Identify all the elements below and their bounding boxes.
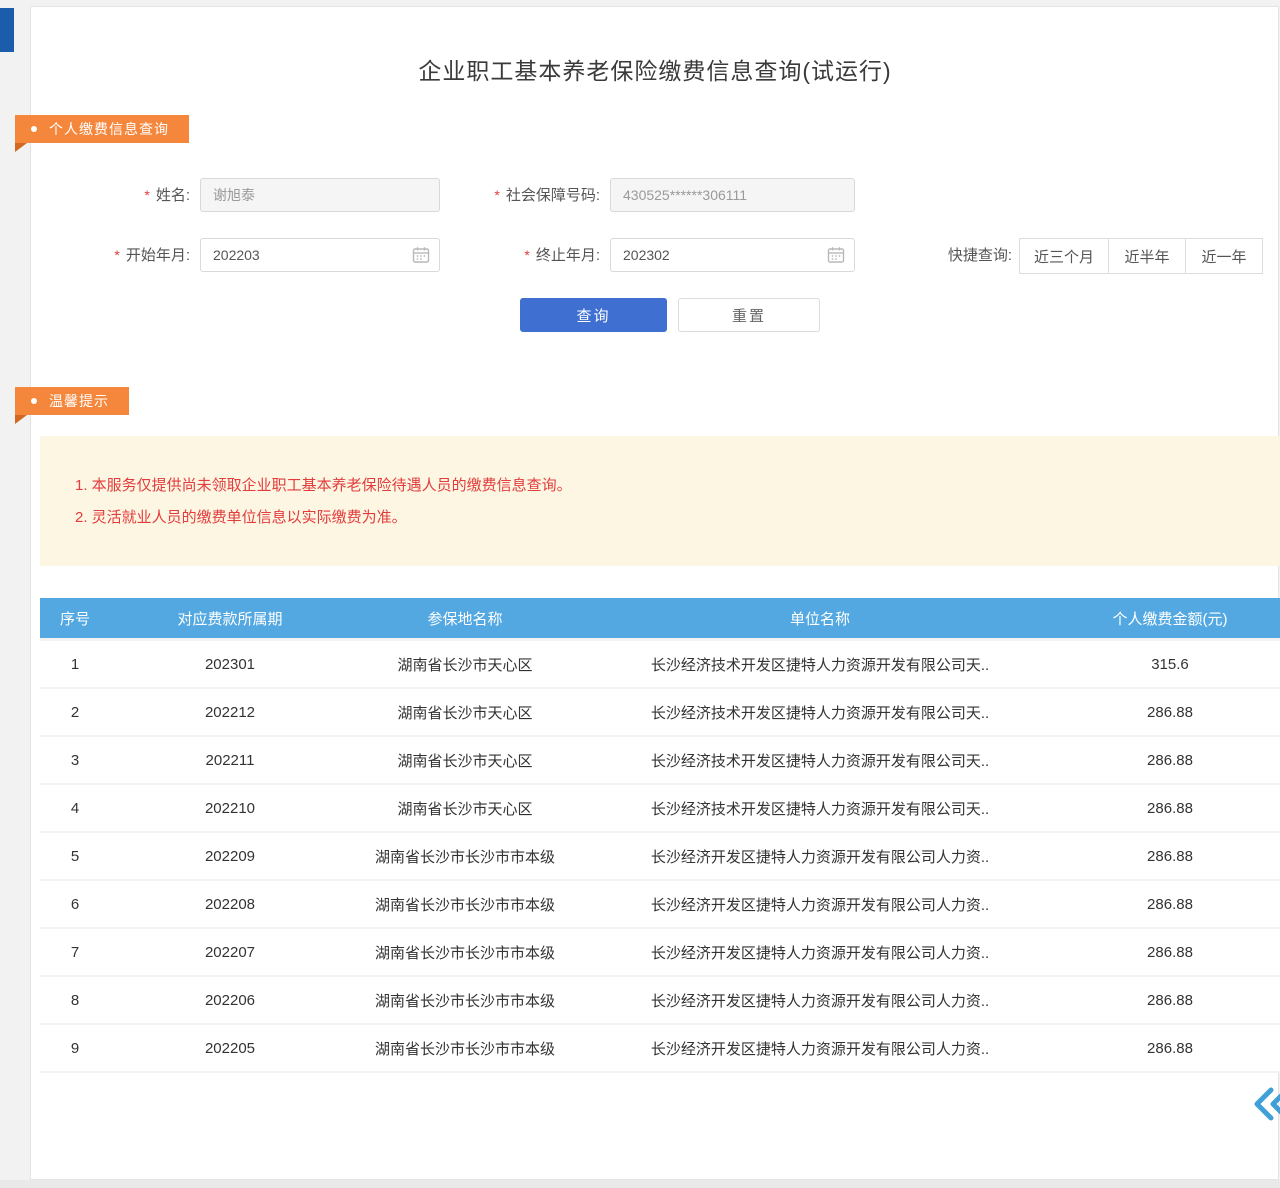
sidebar-corner-tab <box>0 8 14 52</box>
table-cell: 6 <box>40 896 110 913</box>
table-row: 5202209湖南省长沙市长沙市市本级长沙经济开发区捷特人力资源开发有限公司人力… <box>40 833 1280 881</box>
section-badge-tips-label: 温馨提示 <box>49 391 109 411</box>
quick-range-group: 近三个月近半年近一年 <box>1020 238 1263 274</box>
end-month-label: *终止年月: <box>430 238 600 272</box>
table-cell: 湖南省长沙市天心区 <box>350 702 580 723</box>
table-row: 7202207湖南省长沙市长沙市市本级长沙经济开发区捷特人力资源开发有限公司人力… <box>40 929 1280 977</box>
table-cell: 286.88 <box>1060 1040 1280 1057</box>
table-cell: 湖南省长沙市长沙市市本级 <box>350 990 580 1011</box>
table-cell: 202211 <box>110 752 350 769</box>
header-cell: 个人缴费金额(元) <box>1060 608 1280 629</box>
table-row: 9202205湖南省长沙市长沙市市本级长沙经济开发区捷特人力资源开发有限公司人力… <box>40 1025 1280 1073</box>
table-cell: 286.88 <box>1060 848 1280 865</box>
table-cell: 长沙经济开发区捷特人力资源开发有限公司人力资.. <box>580 894 1060 915</box>
quick-range-button-1[interactable]: 近半年 <box>1108 238 1186 274</box>
header-cell: 对应费款所属期 <box>110 608 350 629</box>
required-asterisk: * <box>114 247 119 263</box>
table-cell: 286.88 <box>1060 896 1280 913</box>
table-cell: 202205 <box>110 1040 350 1057</box>
table-cell: 长沙经济技术开发区捷特人力资源开发有限公司天.. <box>580 702 1060 723</box>
table-cell: 长沙经济开发区捷特人力资源开发有限公司人力资.. <box>580 1038 1060 1059</box>
ribbon-fold <box>15 415 27 424</box>
header-cell: 参保地名称 <box>350 608 580 629</box>
start-month-label: *开始年月: <box>60 238 190 272</box>
table-row: 2202212湖南省长沙市天心区长沙经济技术开发区捷特人力资源开发有限公司天..… <box>40 689 1280 737</box>
double-chevron-left-icon[interactable] <box>1253 1084 1280 1124</box>
header-cell: 单位名称 <box>580 608 1060 629</box>
table-cell: 202206 <box>110 992 350 1009</box>
table-cell: 286.88 <box>1060 800 1280 817</box>
table-cell: 1 <box>40 656 110 673</box>
quick-range-button-0[interactable]: 近三个月 <box>1019 238 1109 274</box>
end-month-input[interactable] <box>610 238 855 272</box>
table-cell: 202212 <box>110 704 350 721</box>
required-asterisk: * <box>494 187 499 203</box>
table-row: 8202206湖南省长沙市长沙市市本级长沙经济开发区捷特人力资源开发有限公司人力… <box>40 977 1280 1025</box>
notice-box: 1. 本服务仅提供尚未领取企业职工基本养老保险待遇人员的缴费信息查询。 2. 灵… <box>40 436 1280 566</box>
table-cell: 8 <box>40 992 110 1009</box>
notice-line: 1. 本服务仅提供尚未领取企业职工基本养老保险待遇人员的缴费信息查询。 <box>75 474 1280 499</box>
table-row: 1202301湖南省长沙市天心区长沙经济技术开发区捷特人力资源开发有限公司天..… <box>40 641 1280 689</box>
table-cell: 286.88 <box>1060 752 1280 769</box>
reset-button[interactable]: 重置 <box>678 298 820 332</box>
table-cell: 9 <box>40 1040 110 1057</box>
table-cell: 湖南省长沙市天心区 <box>350 654 580 675</box>
payment-table: 序号对应费款所属期参保地名称单位名称个人缴费金额(元) 1202301湖南省长沙… <box>40 598 1280 1073</box>
ssn-label: *社会保障号码: <box>430 178 600 212</box>
table-cell: 长沙经济开发区捷特人力资源开发有限公司人力资.. <box>580 990 1060 1011</box>
table-cell: 202301 <box>110 656 350 673</box>
required-asterisk: * <box>524 247 529 263</box>
table-cell: 长沙经济技术开发区捷特人力资源开发有限公司天.. <box>580 798 1060 819</box>
table-cell: 286.88 <box>1060 992 1280 1009</box>
required-asterisk: * <box>144 187 149 203</box>
quick-range-button-2[interactable]: 近一年 <box>1185 238 1263 274</box>
table-cell: 长沙经济技术开发区捷特人力资源开发有限公司天.. <box>580 654 1060 675</box>
table-cell: 长沙经济技术开发区捷特人力资源开发有限公司天.. <box>580 750 1060 771</box>
section-badge-query-label: 个人缴费信息查询 <box>49 119 169 139</box>
table-cell: 202210 <box>110 800 350 817</box>
table-cell: 286.88 <box>1060 944 1280 961</box>
section-badge-tips: 温馨提示 <box>15 387 129 415</box>
table-cell: 4 <box>40 800 110 817</box>
query-button[interactable]: 查询 <box>520 298 667 332</box>
ribbon-fold <box>15 143 27 152</box>
table-cell: 202207 <box>110 944 350 961</box>
table-cell: 湖南省长沙市长沙市市本级 <box>350 846 580 867</box>
table-cell: 202208 <box>110 896 350 913</box>
table-cell: 湖南省长沙市长沙市市本级 <box>350 894 580 915</box>
table-body: 1202301湖南省长沙市天心区长沙经济技术开发区捷特人力资源开发有限公司天..… <box>40 638 1280 1073</box>
table-cell: 长沙经济开发区捷特人力资源开发有限公司人力资.. <box>580 846 1060 867</box>
name-input <box>200 178 440 212</box>
table-cell: 5 <box>40 848 110 865</box>
bullet-icon <box>31 398 37 404</box>
header-cell: 序号 <box>40 608 110 629</box>
table-cell: 长沙经济开发区捷特人力资源开发有限公司人力资.. <box>580 942 1060 963</box>
table-cell: 7 <box>40 944 110 961</box>
table-row: 3202211湖南省长沙市天心区长沙经济技术开发区捷特人力资源开发有限公司天..… <box>40 737 1280 785</box>
table-cell: 湖南省长沙市天心区 <box>350 798 580 819</box>
table-cell: 286.88 <box>1060 704 1280 721</box>
table-cell: 2 <box>40 704 110 721</box>
table-header: 序号对应费款所属期参保地名称单位名称个人缴费金额(元) <box>40 598 1280 638</box>
table-cell: 315.6 <box>1060 656 1280 673</box>
table-row: 4202210湖南省长沙市天心区长沙经济技术开发区捷特人力资源开发有限公司天..… <box>40 785 1280 833</box>
ssn-input <box>610 178 855 212</box>
table-cell: 湖南省长沙市天心区 <box>350 750 580 771</box>
notice-line: 2. 灵活就业人员的缴费单位信息以实际缴费为准。 <box>75 506 1280 531</box>
table-cell: 202209 <box>110 848 350 865</box>
page-title: 企业职工基本养老保险缴费信息查询(试运行) <box>30 52 1280 86</box>
quick-query-label: 快捷查询: <box>928 239 1012 273</box>
section-badge-query: 个人缴费信息查询 <box>15 115 189 143</box>
name-label: *姓名: <box>60 178 190 212</box>
table-cell: 3 <box>40 752 110 769</box>
calendar-icon[interactable] <box>412 246 430 264</box>
calendar-icon[interactable] <box>827 246 845 264</box>
table-cell: 湖南省长沙市长沙市市本级 <box>350 1038 580 1059</box>
table-cell: 湖南省长沙市长沙市市本级 <box>350 942 580 963</box>
table-row: 6202208湖南省长沙市长沙市市本级长沙经济开发区捷特人力资源开发有限公司人力… <box>40 881 1280 929</box>
bullet-icon <box>31 126 37 132</box>
bottom-strip <box>0 1180 1280 1188</box>
start-month-input[interactable] <box>200 238 440 272</box>
